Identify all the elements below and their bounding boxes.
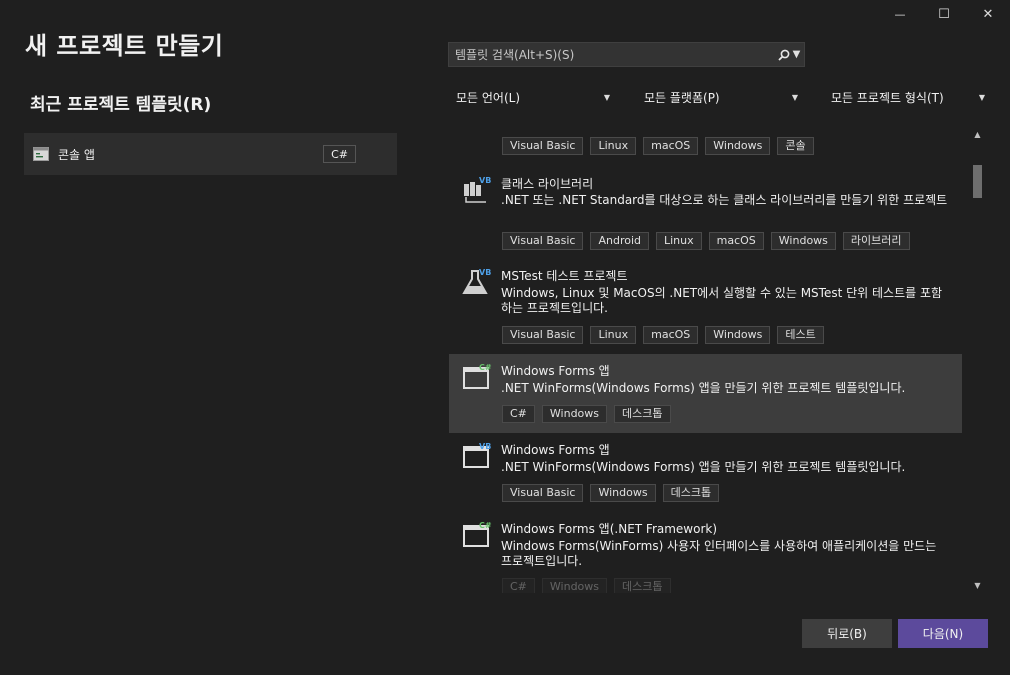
- chevron-down-icon: ▼: [791, 93, 799, 102]
- windows-forms-icon: VB: [463, 442, 491, 468]
- tag: Visual Basic: [502, 484, 584, 502]
- recent-item-label: 콘솔 앱: [58, 147, 95, 162]
- recent-template-item[interactable]: 콘솔 앱 C#: [24, 133, 397, 175]
- windows-forms-icon: C#: [463, 521, 492, 547]
- template-list: Visual Basic Linux macOS Windows 콘솔 VB 클…: [449, 125, 964, 593]
- template-item[interactable]: VB MSTest 테스트 프로젝트 Windows, Linux 및 MacO…: [449, 261, 962, 351]
- template-item[interactable]: VB 클래스 라이브러리 .NET 또는 .NET Standard를 대상으로…: [449, 167, 962, 257]
- language-filter-value: 모든 언어(L): [456, 91, 521, 105]
- template-tags: Visual Basic Windows 데스크톱: [502, 484, 720, 502]
- template-description: Windows Forms(WinForms) 사용자 인터페이스를 사용하여 …: [501, 539, 937, 568]
- tag: Visual Basic: [502, 137, 584, 155]
- page-title: 새 프로젝트 만들기: [25, 32, 224, 60]
- tag: Windows: [705, 326, 771, 344]
- language-tag: C#: [323, 145, 356, 163]
- tag: 테스트: [777, 326, 824, 344]
- csharp-badge: C#: [479, 363, 492, 372]
- tag: Linux: [590, 137, 637, 155]
- project-type-filter-value: 모든 프로젝트 형식(T): [831, 91, 944, 105]
- template-tags: C# Windows 데스크톱: [502, 405, 671, 423]
- scroll-down-arrow-icon[interactable]: ▼: [970, 579, 985, 593]
- scroll-up-arrow-icon[interactable]: ▲: [970, 128, 985, 142]
- tag: macOS: [643, 137, 699, 155]
- template-tags: Visual Basic Linux macOS Windows 테스트: [502, 326, 824, 344]
- vb-badge: VB: [479, 442, 491, 451]
- chevron-down-icon: ▼: [792, 49, 801, 60]
- tag: Windows: [770, 232, 836, 250]
- close-icon: ✕: [982, 6, 994, 22]
- next-button[interactable]: 다음(N): [898, 619, 988, 648]
- tag: 데스크톱: [614, 405, 671, 423]
- chevron-down-icon: ▼: [978, 93, 986, 102]
- template-item[interactable]: C# Windows Forms 앱(.NET Framework) Windo…: [449, 514, 962, 593]
- template-item[interactable]: Visual Basic Linux macOS Windows 콘솔: [449, 125, 962, 161]
- csharp-badge: C#: [479, 521, 492, 530]
- recent-templates-heading: 최근 프로젝트 템플릿(R): [30, 95, 212, 115]
- platform-filter-dropdown[interactable]: 모든 플랫폼(P) ▼: [637, 86, 803, 109]
- minimize-icon: —: [894, 7, 906, 21]
- search-icon: [778, 49, 790, 61]
- template-tags: Visual Basic Linux macOS Windows 콘솔: [502, 137, 814, 155]
- back-button[interactable]: 뒤로(B): [802, 619, 892, 648]
- tag: Visual Basic: [502, 326, 584, 344]
- template-description: .NET WinForms(Windows Forms) 앱을 만들기 위한 프…: [501, 381, 906, 395]
- template-name: 클래스 라이브러리: [501, 177, 594, 191]
- tag: Windows: [541, 578, 608, 593]
- maximize-button[interactable]: ☐: [922, 0, 966, 28]
- tag: C#: [502, 405, 535, 423]
- class-library-icon: VB: [464, 176, 491, 203]
- template-description: .NET WinForms(Windows Forms) 앱을 만들기 위한 프…: [501, 460, 906, 474]
- tag: 데스크톱: [662, 484, 720, 502]
- minimize-button[interactable]: —: [878, 0, 922, 28]
- flask-icon: VB: [462, 268, 491, 294]
- tag: 콘솔: [777, 137, 814, 155]
- tag: 라이브러리: [842, 232, 910, 250]
- tag: Linux: [656, 232, 702, 250]
- template-name: MSTest 테스트 프로젝트: [501, 269, 628, 283]
- template-name: Windows Forms 앱(.NET Framework): [501, 522, 718, 536]
- template-name: Windows Forms 앱: [501, 443, 610, 457]
- windows-forms-icon: C#: [463, 363, 492, 389]
- tag: Linux: [590, 326, 637, 344]
- template-search-box: ▼: [448, 42, 805, 67]
- language-filter-dropdown[interactable]: 모든 언어(L) ▼: [449, 86, 615, 109]
- tag: macOS: [708, 232, 764, 250]
- project-type-filter-dropdown[interactable]: 모든 프로젝트 형식(T) ▼: [824, 86, 990, 109]
- tag: Android: [590, 232, 649, 250]
- search-input[interactable]: [449, 47, 774, 62]
- tag: Visual Basic: [502, 232, 584, 250]
- tag: Windows: [590, 484, 656, 502]
- close-button[interactable]: ✕: [966, 0, 1010, 28]
- chevron-down-icon: ▼: [603, 93, 611, 102]
- template-item-selected[interactable]: C# Windows Forms 앱 .NET WinForms(Windows…: [449, 354, 962, 433]
- maximize-icon: ☐: [938, 6, 950, 22]
- tag: 데스크톱: [614, 578, 671, 593]
- scrollbar-thumb[interactable]: [973, 165, 982, 198]
- window-controls: — ☐ ✕: [878, 0, 1010, 28]
- tag: Windows: [541, 405, 608, 423]
- platform-filter-value: 모든 플랫폼(P): [644, 91, 720, 105]
- template-description: Windows, Linux 및 MacOS의 .NET에서 실행할 수 있는 …: [501, 286, 943, 315]
- console-app-icon: [33, 147, 49, 161]
- template-tags: C# Windows 데스크톱: [502, 578, 671, 593]
- tag: macOS: [643, 326, 699, 344]
- template-list-scrollbar[interactable]: ▲ ▼: [970, 125, 985, 593]
- tag: Windows: [705, 137, 771, 155]
- vb-badge: VB: [479, 268, 491, 277]
- search-button[interactable]: ▼: [774, 43, 804, 66]
- template-tags: Visual Basic Android Linux macOS Windows…: [502, 232, 910, 250]
- template-description: .NET 또는 .NET Standard를 대상으로 하는 클래스 라이브러리…: [501, 193, 948, 207]
- template-item[interactable]: VB Windows Forms 앱 .NET WinForms(Windows…: [449, 435, 962, 513]
- tag: C#: [502, 578, 535, 593]
- template-name: Windows Forms 앱: [501, 364, 610, 378]
- vb-badge: VB: [479, 176, 491, 185]
